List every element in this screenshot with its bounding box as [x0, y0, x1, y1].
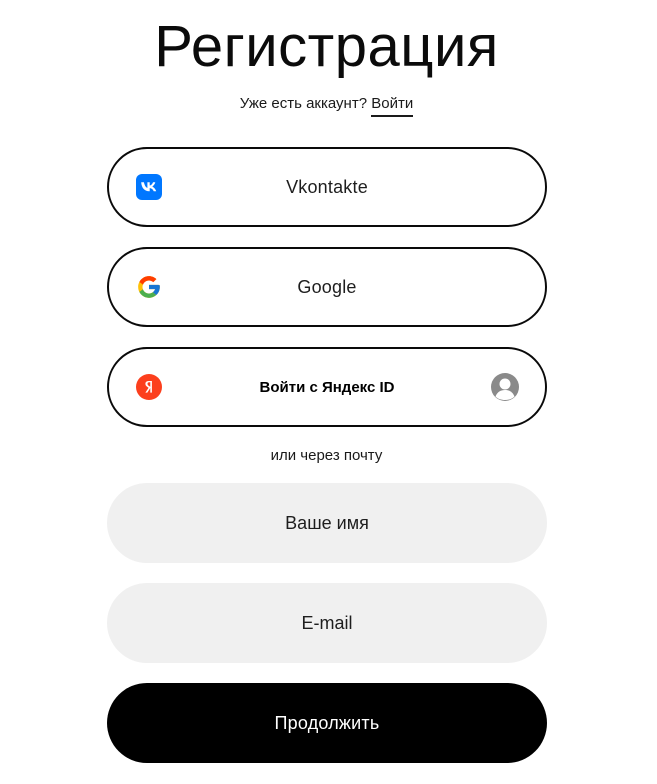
- signin-link[interactable]: Войти: [371, 94, 414, 117]
- registration-page: Регистрация Уже есть аккаунт? Войти Vkon…: [0, 0, 657, 784]
- signin-prompt-text: Уже есть аккаунт?: [239, 95, 368, 112]
- yandex-login-button[interactable]: Войти с Яндекс ID: [107, 347, 547, 427]
- google-login-button[interactable]: Google: [107, 247, 547, 327]
- email-input[interactable]: [107, 583, 547, 663]
- user-avatar-icon: [491, 373, 519, 401]
- signin-prompt-row: Уже есть аккаунт? Войти: [0, 94, 653, 117]
- google-login-label: Google: [297, 276, 357, 297]
- continue-button-label: Продолжить: [274, 712, 380, 733]
- vk-login-button[interactable]: Vkontakte: [107, 147, 547, 227]
- email-divider-text: или через почту: [270, 447, 383, 464]
- vk-login-label: Vkontakte: [286, 176, 368, 197]
- continue-button[interactable]: Продолжить: [107, 683, 547, 763]
- name-input[interactable]: [107, 483, 547, 563]
- vk-logo-icon: [136, 174, 162, 200]
- page-title: Регистрация: [154, 14, 499, 79]
- yandex-logo-icon: [136, 374, 162, 400]
- google-logo-icon: [136, 274, 162, 300]
- yandex-login-label: Войти с Яндекс ID: [259, 378, 395, 396]
